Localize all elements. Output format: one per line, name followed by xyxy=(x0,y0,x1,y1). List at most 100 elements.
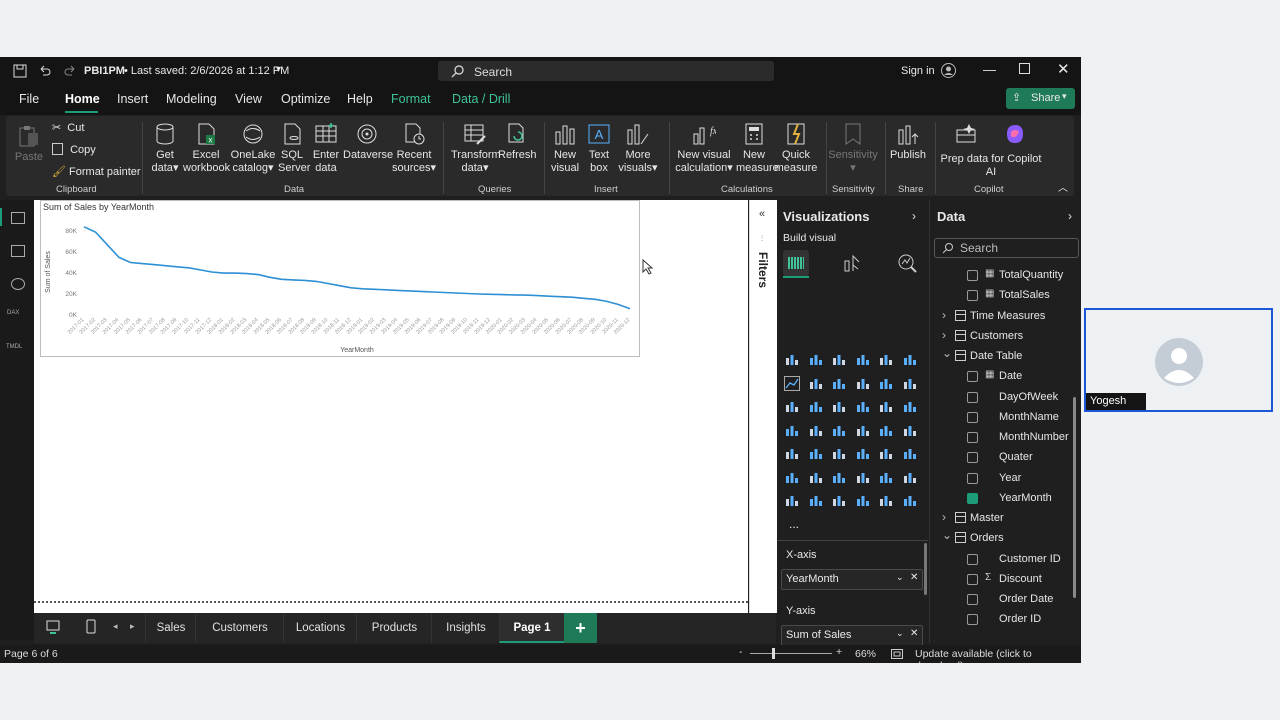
chevron-down-icon[interactable]: ⌄ xyxy=(942,346,952,360)
python-visual-icon[interactable] xyxy=(785,471,799,484)
tab-customers[interactable]: Customers xyxy=(195,613,284,643)
tab-sales[interactable]: Sales xyxy=(145,613,196,643)
clustered-column-chart-icon[interactable] xyxy=(856,353,870,366)
goals-icon[interactable] xyxy=(903,471,917,484)
key-influencers-icon[interactable] xyxy=(809,471,823,484)
narrative-icon[interactable] xyxy=(879,471,893,484)
analytics-icon[interactable] xyxy=(897,253,917,273)
minimize-button[interactable]: — xyxy=(983,62,996,77)
scatter-chart-icon[interactable] xyxy=(856,400,870,413)
refresh-button[interactable]: Refresh xyxy=(498,122,537,162)
desktop-layout-icon[interactable] xyxy=(46,620,60,634)
last-saved[interactable]: • Last saved: 2/6/2026 at 1:12 PM xyxy=(124,65,289,77)
collapse-ribbon-icon[interactable]: ︿ xyxy=(1058,179,1068,194)
chevron-left-icon[interactable]: ◂ xyxy=(113,621,118,632)
new-measure-button[interactable]: New measure xyxy=(736,122,779,175)
publish-button[interactable]: Publish xyxy=(888,122,928,162)
new-visual-calculation-button[interactable]: fx New visual calculation▾ xyxy=(674,122,734,175)
field-checkbox[interactable] xyxy=(967,553,978,565)
field-checkbox[interactable] xyxy=(967,411,978,423)
maximize-button[interactable] xyxy=(1019,63,1030,74)
line-and-clustered-column-chart-icon[interactable] xyxy=(903,377,917,390)
format-painter-button[interactable]: 🖌 Format painter xyxy=(52,165,141,178)
tmdl-view-icon[interactable]: TMDL xyxy=(6,344,22,350)
table-visual-icon[interactable] xyxy=(856,447,870,460)
chevron-right-icon[interactable]: ▸ xyxy=(130,621,135,632)
chevron-left-icon[interactable]: « xyxy=(759,208,765,220)
stacked-bar-chart-icon[interactable] xyxy=(785,353,799,366)
field-checkbox[interactable] xyxy=(967,432,978,443)
paste-button[interactable]: Paste xyxy=(14,124,44,164)
zoom-slider-thumb[interactable] xyxy=(772,648,775,659)
more-visuals-ellipsis[interactable]: ... xyxy=(789,517,799,531)
chevron-down-icon[interactable]: ⌄ xyxy=(896,572,904,583)
line-and-stacked-column-chart-icon[interactable] xyxy=(879,377,893,390)
cut-button[interactable]: ✂ Cut xyxy=(52,121,84,134)
paginated-report-icon[interactable] xyxy=(785,494,799,507)
clustered-bar-chart-icon[interactable] xyxy=(832,353,846,366)
zoom-in-button[interactable]: + xyxy=(836,646,842,658)
tab-insights[interactable]: Insights xyxy=(431,613,500,643)
matrix-icon[interactable] xyxy=(879,447,893,460)
scrollbar[interactable] xyxy=(924,543,927,595)
fit-to-page-icon[interactable] xyxy=(891,649,903,659)
chevron-down-icon[interactable]: ⌄ xyxy=(896,628,904,639)
y-axis-field-well[interactable]: Sum of Sales ⌄ ✕ xyxy=(781,625,923,646)
line-chart-visual[interactable]: Sum of Sales by YearMonth 80K 60K 40K 20K 0K… xyxy=(40,200,640,357)
map-icon[interactable] xyxy=(809,424,823,437)
update-available-link[interactable]: Update available (click to download) xyxy=(915,648,1081,663)
field-item[interactable]: Σ Discount xyxy=(930,569,1081,589)
field-item[interactable]: Customer ID xyxy=(930,549,1081,569)
table-item[interactable]: › Customers xyxy=(930,326,1081,346)
power-apps-icon[interactable] xyxy=(809,494,823,507)
field-item[interactable]: DayOfWeek xyxy=(930,387,1081,407)
field-checkbox[interactable] xyxy=(967,573,978,585)
field-item[interactable]: MonthNumber xyxy=(930,427,1081,447)
chevron-right-icon[interactable]: › xyxy=(1068,209,1072,223)
get-data-button[interactable]: Get data▾ xyxy=(146,122,184,175)
data-search-input[interactable]: Search xyxy=(934,238,1079,258)
copy-button[interactable]: Copy xyxy=(52,143,96,156)
enter-data-button[interactable]: Enter data xyxy=(311,122,341,175)
field-item[interactable]: MonthName xyxy=(930,407,1081,427)
menu-modeling[interactable]: Modeling xyxy=(166,92,217,106)
filters-pane-collapsed[interactable]: « ⫶ Filters xyxy=(749,200,777,613)
area-chart-icon[interactable] xyxy=(809,377,823,390)
filled-map-icon[interactable] xyxy=(832,424,846,437)
chevron-right-icon[interactable]: › xyxy=(912,209,916,223)
stacked-area-chart-icon[interactable] xyxy=(832,377,846,390)
power-automate-icon[interactable] xyxy=(832,494,846,507)
field-item[interactable]: Quater xyxy=(930,447,1081,467)
r-script-visual-icon[interactable] xyxy=(903,447,917,460)
recent-sources-button[interactable]: Recent sources▾ xyxy=(392,122,436,175)
100-stacked-bar-chart-icon[interactable] xyxy=(879,353,893,366)
decomposition-tree-icon[interactable] xyxy=(832,471,846,484)
chevron-down-icon[interactable]: ⌄ xyxy=(942,528,952,542)
line-chart-icon[interactable] xyxy=(784,375,800,391)
tab-products[interactable]: Products xyxy=(356,613,432,643)
sql-server-button[interactable]: SQL Server xyxy=(278,122,310,175)
field-checkbox[interactable] xyxy=(967,391,978,403)
menu-view[interactable]: View xyxy=(235,92,262,106)
field-item[interactable]: YearMonth xyxy=(930,488,1081,508)
100-stacked-column-chart-icon[interactable] xyxy=(903,353,917,366)
undo-icon[interactable] xyxy=(38,64,52,78)
menu-file[interactable]: File xyxy=(19,92,39,106)
menu-optimize[interactable]: Optimize xyxy=(281,92,330,106)
zoom-level[interactable]: 66% xyxy=(855,648,876,660)
search-box[interactable]: Search xyxy=(438,61,774,81)
field-item[interactable]: Year xyxy=(930,468,1081,488)
waterfall-chart-icon[interactable] xyxy=(809,400,823,413)
tab-page-1[interactable]: Page 1 xyxy=(499,613,564,643)
text-box-button[interactable]: A Text box xyxy=(586,122,612,175)
diamond-visual-icon[interactable] xyxy=(879,494,893,507)
report-canvas[interactable]: Sum of Sales by YearMonth 80K 60K 40K 20K 0K… xyxy=(34,200,748,613)
slicer-icon[interactable] xyxy=(832,447,846,460)
stacked-column-chart-icon[interactable] xyxy=(809,353,823,366)
build-visual-tab[interactable] xyxy=(783,250,809,276)
redo-icon[interactable] xyxy=(63,64,77,78)
qa-visual-icon[interactable] xyxy=(856,471,870,484)
field-checkbox[interactable] xyxy=(967,371,978,383)
transform-data-button[interactable]: Transform data▾ xyxy=(451,122,501,175)
onelake-catalog-button[interactable]: OneLake catalog▾ xyxy=(230,122,276,175)
